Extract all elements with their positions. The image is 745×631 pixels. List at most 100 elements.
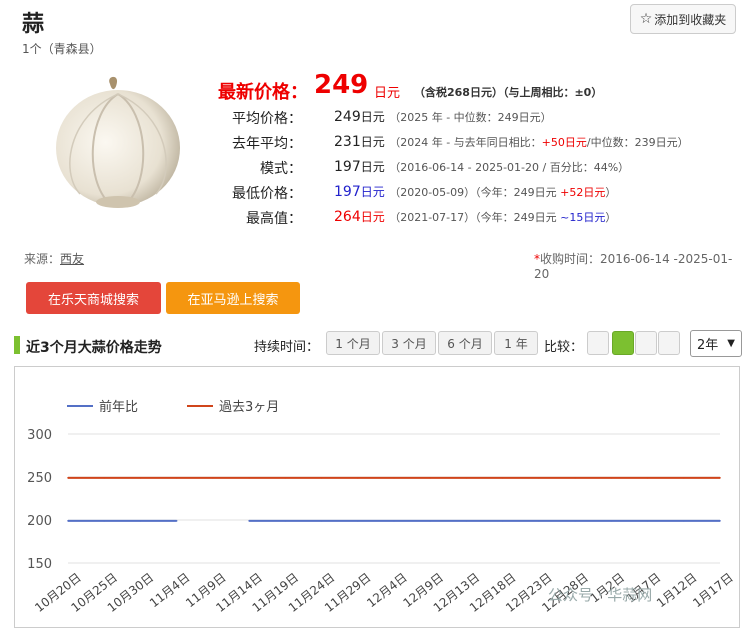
garlic-image: [56, 76, 180, 208]
add-favorite-button[interactable]: ☆ 添加到收藏夹: [630, 4, 736, 34]
data-point: [139, 520, 142, 522]
data-point: [538, 477, 540, 479]
duration-6-month-button[interactable]: 6 个月: [438, 331, 492, 355]
year-range-value: 2年: [697, 338, 719, 353]
last-year-average-value: 231: [334, 134, 361, 150]
data-point: [610, 477, 613, 479]
compare-option-4[interactable]: [658, 331, 680, 355]
data-point: [429, 520, 432, 522]
watermark-text: 公众号 · 华蒜网: [548, 586, 653, 604]
period-text: 收购时间：2016-06-14 -2025-01-20: [534, 252, 733, 281]
highest-price-label: 最高值：: [246, 211, 302, 227]
data-point: [501, 520, 504, 522]
data-point: [284, 520, 287, 522]
page-title: 蒜: [22, 12, 45, 37]
average-price-label: 平均价格：: [232, 111, 302, 127]
duration-1-month-button[interactable]: 1 个月: [326, 331, 380, 355]
data-point: [67, 477, 69, 479]
mode-row: 197日元 （2016-06-14 - 2025-01-20 / 百分比：44%…: [334, 158, 629, 175]
source-label: 来源：: [24, 252, 61, 266]
data-point: [646, 477, 649, 479]
duration-1-year-button[interactable]: 1 年: [494, 331, 538, 355]
data-point: [465, 477, 468, 479]
lowest-price-value: 197: [334, 184, 361, 200]
x-tick-label: 1月12日: [654, 570, 700, 610]
data-point: [719, 477, 721, 479]
last-year-median-note: /中位数：239日元）: [586, 136, 689, 149]
latest-price-tax-note: （含税268日元）（与上周相比：±0）: [414, 86, 603, 99]
highest-price-note: （2021-07-17）（今年：249日元: [389, 211, 561, 224]
data-point: [284, 477, 287, 479]
x-tick-label: 12月4日: [364, 570, 410, 610]
data-point: [320, 477, 323, 479]
mode-note: （2016-06-14 - 2025-01-20 / 百分比：44%）: [389, 161, 630, 174]
average-price-row: 249日元 （2025 年 - 中位数：249日元）: [334, 108, 552, 125]
year-range-select[interactable]: 2年 ▼: [690, 330, 742, 357]
lowest-price-close: ）: [605, 186, 617, 199]
x-tick-label: 1月17日: [690, 570, 736, 610]
data-point: [320, 520, 323, 522]
compare-option-2-selected[interactable]: [612, 331, 634, 355]
y-tick-label: 150: [27, 557, 52, 572]
average-price-value: 249: [334, 109, 361, 125]
data-point: [465, 520, 468, 522]
last-year-average-label: 去年平均：: [232, 136, 302, 152]
data-point: [501, 477, 504, 479]
amazon-search-button[interactable]: 在亚马逊上搜索: [166, 282, 300, 314]
mode-label: 模式：: [260, 161, 302, 177]
data-point: [67, 520, 69, 522]
latest-price-label: 最新价格：: [218, 82, 308, 103]
compare-option-3[interactable]: [635, 331, 657, 355]
data-point: [248, 520, 250, 522]
data-point: [719, 520, 721, 522]
highest-price-diff: ~15日元: [560, 211, 606, 224]
data-point: [248, 477, 250, 479]
data-point: [175, 477, 178, 479]
data-point: [646, 520, 649, 522]
y-tick-label: 300: [27, 428, 52, 443]
compare-option-1[interactable]: [587, 331, 609, 355]
data-point: [610, 520, 613, 522]
y-tick-label: 200: [27, 514, 52, 529]
lowest-price-row: 197日元 （2020-05-09）（今年：249日元 +52日元）: [334, 183, 616, 200]
data-point: [356, 520, 359, 522]
last-year-average-unit: 日元: [360, 135, 385, 149]
data-point: [574, 520, 576, 522]
lowest-price-unit: 日元: [360, 185, 385, 199]
latest-price-value: 249: [314, 70, 369, 100]
mode-unit: 日元: [360, 160, 385, 174]
source-info: 来源：西友: [24, 250, 84, 267]
lowest-price-diff: +52日元: [560, 186, 606, 199]
highest-price-unit: 日元: [360, 210, 385, 224]
duration-label: 持续时间：: [254, 340, 320, 355]
average-price-note: （2025 年 - 中位数：249日元）: [389, 111, 552, 124]
add-favorite-label: 添加到收藏夹: [654, 12, 727, 27]
data-point: [538, 520, 540, 522]
duration-3-month-button[interactable]: 3 个月: [382, 331, 436, 355]
section-accent-bar: [14, 336, 20, 354]
lowest-price-label: 最低价格：: [232, 186, 302, 202]
data-point: [393, 477, 395, 479]
highest-price-value: 264: [334, 209, 361, 225]
legend-label-1: 前年比: [99, 399, 138, 415]
mode-value: 197: [334, 159, 361, 175]
y-tick-label: 250: [27, 471, 52, 486]
legend-label-2: 過去3ヶ月: [219, 400, 279, 415]
data-point: [212, 477, 214, 479]
data-point: [175, 520, 178, 522]
product-subtitle: 1个（青森县）: [22, 42, 102, 56]
data-point: [393, 520, 395, 522]
star-outline-icon: ☆: [639, 11, 653, 27]
data-point: [682, 477, 685, 479]
x-tick-label: 11月4日: [147, 570, 193, 610]
data-point: [103, 520, 106, 522]
data-point: [139, 477, 142, 479]
source-link[interactable]: 西友: [60, 252, 84, 266]
data-point: [682, 520, 685, 522]
data-point: [103, 477, 106, 479]
data-point: [356, 477, 359, 479]
rakuten-search-button[interactable]: 在乐天商城搜索: [26, 282, 161, 314]
data-point: [574, 477, 576, 479]
last-year-average-row: 231日元 （2024 年 - 与去年同日相比：+50日元/中位数：239日元）: [334, 133, 689, 150]
average-price-unit: 日元: [360, 110, 385, 124]
